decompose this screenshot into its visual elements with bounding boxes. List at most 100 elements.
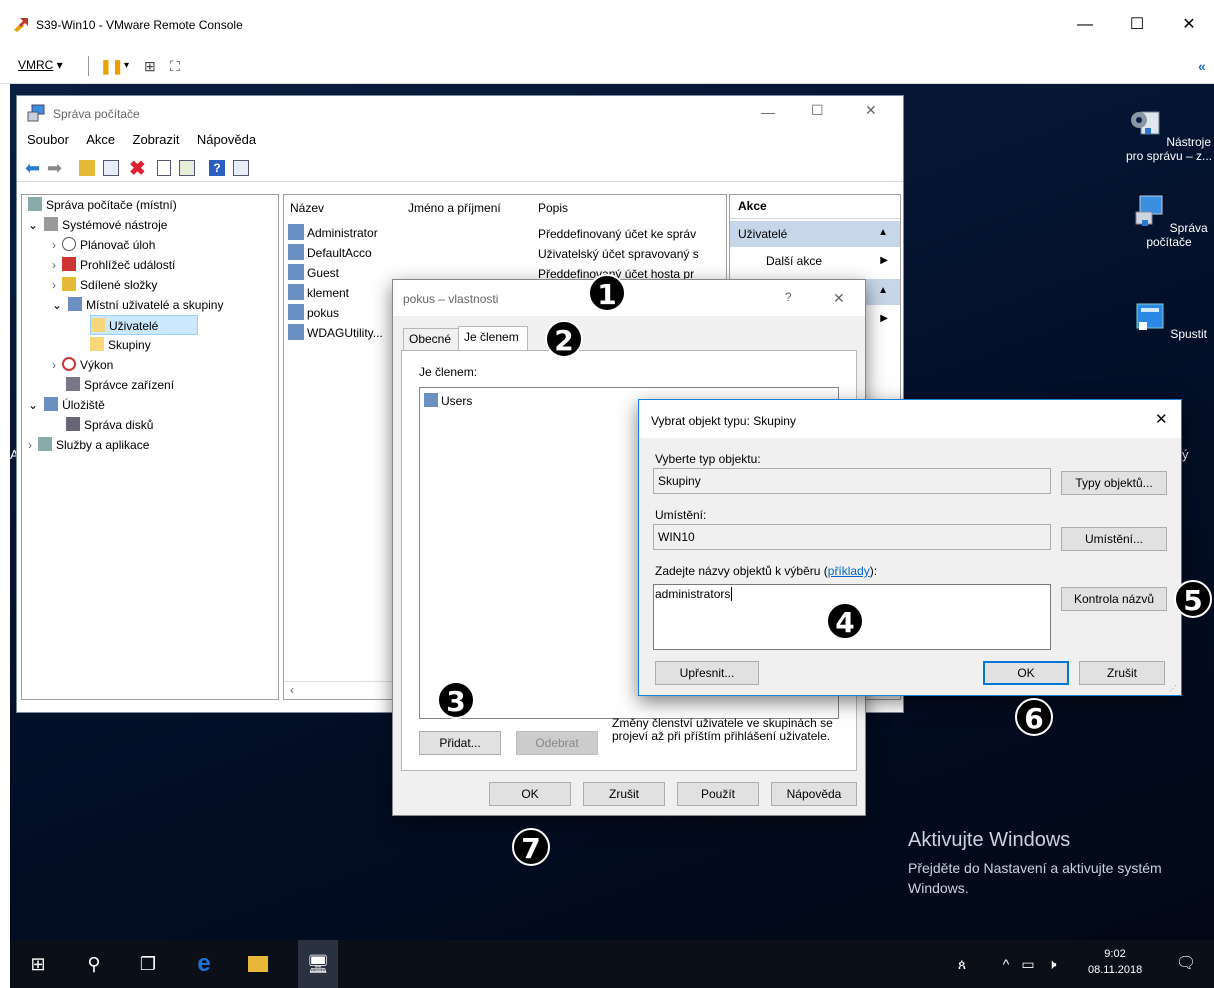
chevron-down-icon[interactable]: ⌄ <box>52 298 62 312</box>
object-types-button[interactable]: Typy objektů... <box>1061 471 1167 495</box>
tree-item-groups[interactable]: Skupiny <box>90 335 151 355</box>
tree-item-task-scheduler[interactable]: › Plánovač úloh <box>52 235 155 255</box>
properties-icon[interactable] <box>157 160 171 176</box>
add-button[interactable]: Přidat... <box>419 731 501 755</box>
remove-button[interactable]: Odebrat <box>516 731 598 755</box>
list-item-user[interactable]: pokus <box>288 303 339 323</box>
start-button[interactable]: ⊞ <box>26 952 50 976</box>
cm-minimize-button[interactable]: — <box>761 104 775 120</box>
locations-button[interactable]: Umístění... <box>1061 527 1167 551</box>
column-header-name[interactable]: Název <box>290 201 324 215</box>
tree-item-users-selected[interactable]: Uživatelé <box>90 315 198 335</box>
menu-zobrazit[interactable]: Zobrazit <box>133 132 180 147</box>
tree-item-shared-folders[interactable]: › Sdílené složky <box>52 275 157 295</box>
tree-item-performance[interactable]: › Výkon <box>52 355 113 375</box>
tree-item-device-manager[interactable]: Správce zařízení <box>66 375 174 395</box>
people-icon[interactable]: ጰ <box>950 952 974 976</box>
list-item-group[interactable]: Users <box>424 392 472 410</box>
vmrc-menu-button[interactable]: VMRC ▾ <box>18 58 63 72</box>
tree-item-storage[interactable]: ⌄ Úložiště <box>28 395 105 415</box>
advanced-button[interactable]: Upřesnit... <box>655 661 759 685</box>
search-icon[interactable]: ⚲ <box>82 952 106 976</box>
action-pane-icon[interactable] <box>233 160 249 176</box>
resize-grip-icon[interactable]: ⋰ <box>1169 684 1177 693</box>
forward-arrow-icon[interactable]: ➡ <box>47 158 62 179</box>
tree-item-services-apps[interactable]: › Služby a aplikace <box>28 435 149 455</box>
select-cancel-button[interactable]: Zrušit <box>1079 661 1165 685</box>
props-close-button[interactable]: ✕ <box>833 290 845 307</box>
chevron-right-icon[interactable]: › <box>28 438 32 452</box>
chevron-right-icon[interactable]: › <box>52 278 56 292</box>
props-cancel-button[interactable]: Zrušit <box>583 782 665 806</box>
user-icon <box>288 224 304 240</box>
taskbar-computer-management[interactable]: 🖥 <box>298 940 338 988</box>
desktop-icon-admin-tools[interactable]: Nástroje pro správu – z... <box>1124 106 1214 163</box>
desktop-icon-computer-management[interactable]: Správa počítače <box>1124 192 1214 249</box>
chevron-right-icon[interactable]: › <box>52 258 56 272</box>
props-help-btn[interactable]: Nápověda <box>771 782 857 806</box>
check-names-button[interactable]: Kontrola názvů <box>1061 587 1167 611</box>
tree-item-root[interactable]: Správa počítače (místní) <box>28 195 177 215</box>
close-button[interactable]: ✕ <box>1174 12 1204 38</box>
menu-napoveda[interactable]: Nápověda <box>197 132 256 147</box>
list-item-user[interactable]: DefaultAcco <box>288 243 372 263</box>
activate-windows-watermark: Aktivujte Windows Přejděte do Nastavení … <box>908 829 1178 898</box>
props-help-button[interactable]: ? <box>785 290 792 304</box>
edge-icon[interactable]: e <box>192 952 216 976</box>
tab-general[interactable]: Obecné <box>403 328 459 350</box>
props-apply-button[interactable]: Použít <box>677 782 759 806</box>
scroll-left-icon[interactable]: ‹ <box>290 683 294 697</box>
examples-link[interactable]: příklady <box>828 564 870 578</box>
list-item-user[interactable]: WDAGUtility... <box>288 323 383 343</box>
show-hidden-icons-icon[interactable]: ^ <box>994 952 1018 976</box>
tree-item-event-viewer[interactable]: › Prohlížeč událostí <box>52 255 175 275</box>
menu-soubor[interactable]: Soubor <box>27 132 69 147</box>
props-ok-button[interactable]: OK <box>489 782 571 806</box>
up-folder-icon[interactable] <box>79 160 95 176</box>
list-item-user[interactable]: klement <box>288 283 349 303</box>
desktop-icon-run[interactable]: Spustit <box>1124 298 1214 341</box>
shared-folder-icon <box>62 277 76 291</box>
minimize-button[interactable]: — <box>1070 12 1100 38</box>
list-item-user[interactable]: Guest <box>288 263 339 283</box>
tree-item-disk-management[interactable]: Správa disků <box>66 415 153 435</box>
tab-member-of[interactable]: Je členem <box>458 326 528 351</box>
tree-item-system-tools[interactable]: ⌄ Systémové nástroje <box>28 215 167 235</box>
show-hide-tree-icon[interactable] <box>103 160 119 176</box>
pause-icon[interactable]: ❚❚ <box>100 56 123 76</box>
column-header-description[interactable]: Popis <box>538 201 568 215</box>
export-list-icon[interactable] <box>179 160 195 176</box>
chevron-down-icon[interactable]: ⌄ <box>28 398 38 412</box>
file-explorer-icon[interactable] <box>246 952 270 976</box>
chevron-down-icon[interactable]: ⌄ <box>28 218 38 232</box>
fullscreen-icon[interactable]: ⛶ <box>170 56 180 76</box>
folder-icon <box>90 337 104 351</box>
back-arrow-icon[interactable]: ⬅ <box>25 158 40 179</box>
select-close-button[interactable]: ✕ <box>1155 410 1168 428</box>
menu-akce[interactable]: Akce <box>86 132 115 147</box>
maximize-button[interactable]: ☐ <box>1122 12 1152 38</box>
collapse-up-icon[interactable]: ▲ <box>878 227 888 238</box>
delete-icon[interactable]: ✖ <box>129 156 146 181</box>
network-icon[interactable]: ▭ <box>1016 952 1040 976</box>
chevron-right-icon[interactable]: › <box>52 238 56 252</box>
volume-muted-icon[interactable]: 🕨 <box>1040 952 1064 976</box>
task-view-icon[interactable]: ❐ <box>136 952 160 976</box>
select-ok-button[interactable]: OK <box>983 661 1069 685</box>
column-header-fullname[interactable]: Jméno a příjmení <box>408 201 501 215</box>
callout-6: 6 <box>1015 698 1053 736</box>
list-item-user[interactable]: Administrator <box>288 223 378 243</box>
cm-close-button[interactable]: ✕ <box>865 102 877 119</box>
pause-dropdown-icon[interactable]: ▾ <box>124 56 129 76</box>
help-icon[interactable]: ? <box>209 160 225 176</box>
actions-section-users[interactable]: Uživatelé ▲ <box>730 221 900 247</box>
chevron-right-icon[interactable]: › <box>52 358 56 372</box>
tree-item-local-users-groups[interactable]: ⌄ Místní uživatelé a skupiny <box>52 295 223 315</box>
collapse-up-icon[interactable]: ▲ <box>878 285 888 296</box>
expand-library-icon[interactable]: « <box>1198 56 1206 76</box>
cm-maximize-button[interactable]: ☐ <box>811 102 824 119</box>
action-more-actions[interactable]: Další akce ▶ <box>730 249 900 275</box>
action-center-icon[interactable]: 🗨 <box>1174 952 1198 976</box>
devices-icon[interactable]: ⊞ <box>144 56 156 76</box>
system-clock[interactable]: 9:02 08.11.2018 <box>1088 946 1142 978</box>
